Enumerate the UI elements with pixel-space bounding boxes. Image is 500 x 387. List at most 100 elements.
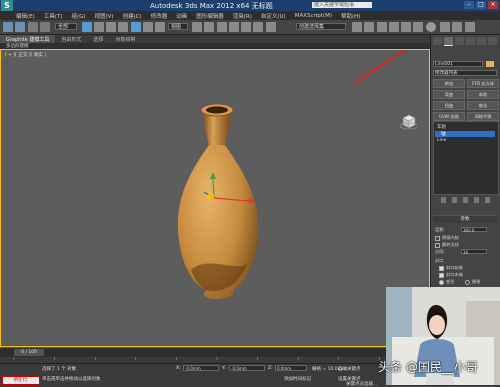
graphite-toggle-icon[interactable] (389, 22, 399, 32)
modifier-list-dropdown[interactable]: 修改器列表 (433, 70, 497, 76)
mirror-icon[interactable] (352, 22, 362, 32)
menu-maxscript[interactable]: MAXScript(M) (295, 13, 332, 19)
tab-object-paint[interactable]: 对象绘制 (109, 35, 141, 43)
auto-key-button[interactable]: 自动关键点 (338, 366, 361, 372)
degrees-field[interactable]: 360.0 (461, 227, 487, 233)
rectangular-region-icon[interactable] (106, 22, 116, 32)
scale-icon[interactable] (155, 22, 165, 32)
rotate-icon[interactable] (143, 22, 153, 32)
modify-tab-icon[interactable] (444, 37, 453, 46)
maxscript-listener-button[interactable]: 所在行: (2, 376, 40, 385)
menu-customize[interactable]: 自定义(U) (261, 12, 286, 20)
menu-tools[interactable]: 工具(T) (44, 12, 63, 20)
params-rollout-title[interactable]: 参数 (433, 215, 497, 223)
undo-icon[interactable] (3, 22, 13, 32)
modifier-button[interactable]: FFD 长方体 (467, 79, 499, 88)
spinner-snap-icon[interactable] (253, 22, 263, 32)
move-icon[interactable] (131, 22, 141, 32)
object-name-field[interactable]: Line001 (433, 61, 483, 67)
hierarchy-tab-icon[interactable] (455, 37, 464, 45)
configure-sets-icon[interactable] (484, 197, 490, 203)
grid-radio[interactable]: 栅格 (465, 279, 480, 285)
viewcube-icon[interactable] (399, 112, 417, 130)
morph-radio[interactable]: 变形 (439, 279, 454, 285)
menu-help[interactable]: 帮助(H) (341, 12, 360, 20)
named-selection-dropdown[interactable]: 创建选择集 (296, 23, 346, 30)
cap-start-checkbox[interactable]: 封口始端 (439, 265, 463, 271)
link-icon[interactable] (28, 22, 38, 32)
remove-modifier-icon[interactable] (473, 197, 479, 203)
window-title: Autodesk 3ds Max 2012 x64 无标题 (150, 2, 273, 10)
tab-freeform[interactable]: 自由形式 (55, 35, 87, 43)
pin-stack-icon[interactable] (440, 197, 446, 203)
percent-snap-icon[interactable] (241, 22, 251, 32)
select-by-name-icon[interactable] (94, 22, 104, 32)
menu-bar: 编辑(E) 工具(T) 组(G) 视图(V) 创建(C) 修改器 动画 图形编辑… (0, 11, 500, 20)
create-tab-icon[interactable] (433, 37, 442, 45)
modifier-button[interactable]: 车削 (467, 90, 499, 99)
menu-modifiers[interactable]: 修改器 (151, 12, 168, 20)
cap-end-checkbox[interactable]: 封口末端 (439, 272, 463, 278)
add-time-tag-button[interactable]: 添加时间标记 (284, 376, 311, 382)
pivot-icon[interactable] (192, 22, 202, 32)
motion-tab-icon[interactable] (466, 37, 475, 45)
make-unique-icon[interactable] (462, 197, 468, 203)
y-coord-field[interactable]: -0.0mm (229, 365, 265, 371)
tab-selection[interactable]: 选择 (87, 35, 109, 43)
x-coord-field[interactable]: -0.0mm (183, 365, 219, 371)
window-crossing-icon[interactable] (118, 22, 128, 32)
schematic-view-icon[interactable] (413, 22, 423, 32)
modifier-button[interactable]: 扭曲 (433, 101, 465, 110)
stack-item-line[interactable]: Line (437, 138, 446, 143)
select-object-icon[interactable] (82, 22, 92, 32)
redo-icon[interactable] (15, 22, 25, 32)
show-end-result-icon[interactable] (451, 197, 457, 203)
segments-field[interactable]: 16 (461, 249, 487, 255)
menu-rendering[interactable]: 渲染(R) (233, 12, 252, 20)
tab-graphite-modeling[interactable]: Graphite 建模工具 (0, 35, 56, 43)
render-production-icon[interactable] (465, 22, 475, 32)
key-filters-button[interactable]: 关键点过滤器... (346, 381, 377, 387)
time-slider[interactable]: 0 / 100 (14, 349, 44, 356)
object-color-swatch[interactable] (486, 61, 494, 67)
render-setup-icon[interactable] (440, 22, 450, 32)
help-search-input[interactable]: 键入关键字或短语 (312, 2, 372, 8)
reference-coordinate-dropdown[interactable]: 视图 (168, 23, 188, 30)
material-editor-icon[interactable] (426, 22, 436, 32)
modifier-button[interactable]: UVW 贴图 (433, 112, 465, 121)
menu-animation[interactable]: 动画 (176, 12, 187, 20)
menu-group[interactable]: 组(G) (71, 12, 85, 20)
maximize-button[interactable]: □ (476, 1, 486, 9)
align-icon[interactable] (364, 22, 374, 32)
angle-snap-icon[interactable] (229, 22, 239, 32)
snaps-toggle-icon[interactable] (217, 22, 227, 32)
modifier-button[interactable]: 挤出 (433, 79, 465, 88)
utilities-tab-icon[interactable] (488, 37, 497, 45)
edit-named-selection-icon[interactable] (266, 22, 276, 32)
layer-manager-icon[interactable] (377, 22, 387, 32)
display-tab-icon[interactable] (477, 37, 486, 45)
modifier-button[interactable]: 锥化 (467, 101, 499, 110)
modifier-button[interactable]: 网格平滑 (467, 112, 499, 121)
curve-editor-icon[interactable] (401, 22, 411, 32)
menu-graph-editors[interactable]: 图形编辑器 (196, 12, 224, 20)
rendered-frame-icon[interactable] (452, 22, 462, 32)
close-button[interactable]: × (488, 1, 498, 9)
manipulate-icon[interactable] (204, 22, 214, 32)
menu-create[interactable]: 创建(C) (123, 12, 142, 20)
perspective-viewport[interactable]: [ + ][ 正交 ][ 真实 ] (0, 49, 430, 347)
unlink-icon[interactable] (40, 22, 50, 32)
app-logo[interactable]: S (1, 0, 13, 11)
flip-normals-checkbox[interactable]: 翻转法线 (435, 242, 459, 248)
stack-item-axis[interactable]: 轴 (435, 131, 495, 137)
x-coord-label: X: (176, 366, 181, 371)
segments-label: 分段: (435, 249, 445, 254)
menu-views[interactable]: 视图(V) (95, 12, 114, 20)
selection-filter-dropdown[interactable]: 全部 (55, 23, 77, 30)
z-coord-field[interactable]: 0.0mm (275, 365, 307, 371)
stack-item-lathe[interactable]: 车削 (437, 124, 446, 130)
modifier-button[interactable]: 弯曲 (433, 90, 465, 99)
weld-core-checkbox[interactable]: 焊接内核 (435, 235, 459, 241)
menu-edit[interactable]: 编辑(E) (16, 12, 35, 20)
minimize-button[interactable]: – (464, 1, 474, 9)
